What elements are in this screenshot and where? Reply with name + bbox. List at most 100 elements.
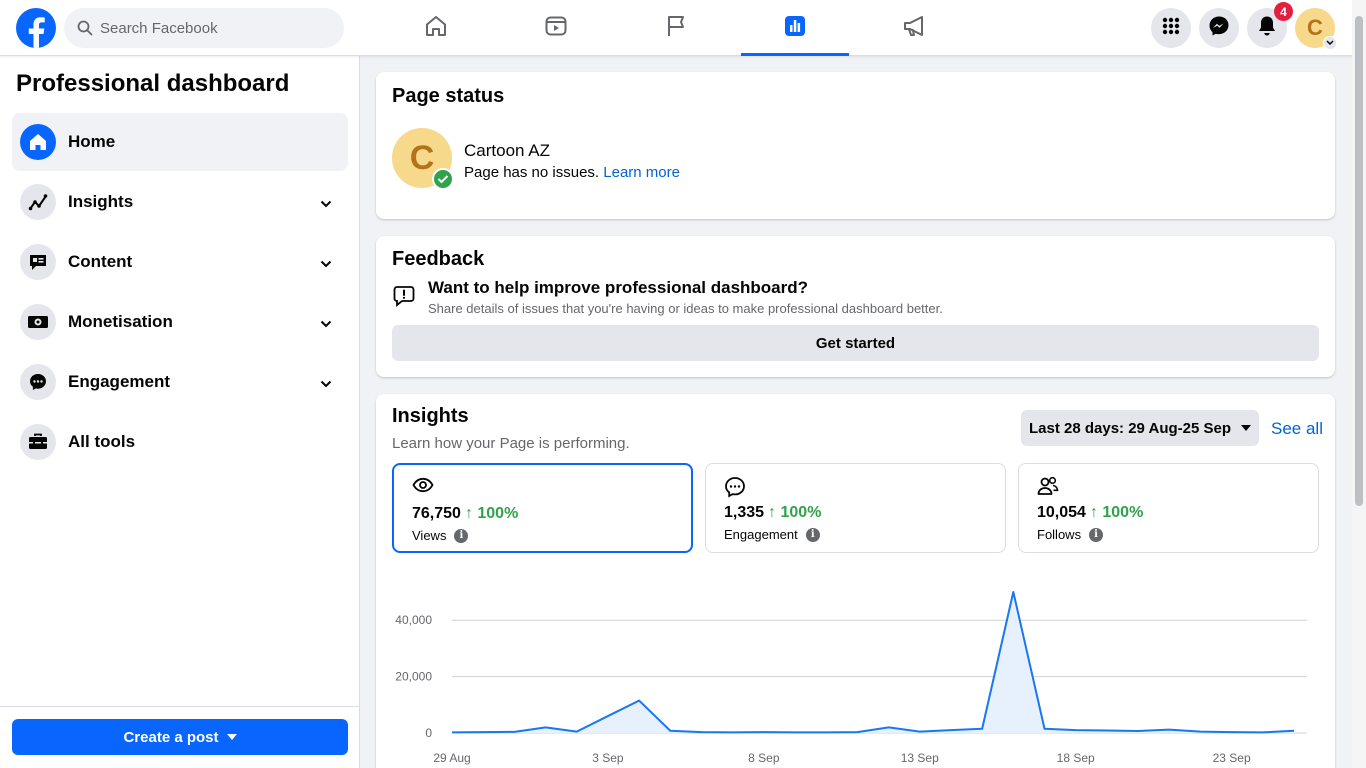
- page-scrollbar[interactable]: [1352, 0, 1366, 768]
- messenger-button[interactable]: [1199, 8, 1239, 48]
- home-icon: [424, 14, 448, 43]
- status-message: Page has no issues.: [464, 164, 600, 181]
- engagement-icon: [20, 364, 56, 400]
- eye-icon: [412, 477, 434, 498]
- sidebar-item-monetisation[interactable]: Monetisation: [12, 293, 348, 351]
- x-tick-label: 23 Sep: [1213, 751, 1251, 765]
- metric-label-row: Follows i: [1037, 527, 1104, 542]
- feedback-description: Share details of issues that you're havi…: [428, 301, 943, 316]
- home-icon: [20, 124, 56, 160]
- x-tick-label: 13 Sep: [901, 751, 939, 765]
- sidebar-item-label: Home: [68, 132, 116, 151]
- video-icon: [544, 14, 568, 43]
- sidebar-item-engagement[interactable]: Engagement: [12, 353, 348, 411]
- metric-label: Follows: [1037, 527, 1082, 542]
- notifications-button[interactable]: 4: [1247, 2, 1293, 48]
- views-chart: 0 20,000 40,000 29 Aug 3 Sep 8 Sep 13 Sep 18 Se…: [395, 591, 1307, 765]
- money-icon: [20, 304, 56, 340]
- page-name[interactable]: Cartoon AZ: [464, 141, 550, 161]
- insights-icon: [20, 184, 56, 220]
- metric-label-row: Views i: [412, 528, 469, 543]
- metric-value-row: 10,054 ↑ 100%: [1037, 504, 1143, 522]
- chevron-down-icon[interactable]: [320, 375, 332, 393]
- flag-icon: [664, 14, 688, 43]
- dashboard-icon: [783, 14, 807, 43]
- insights-subtitle: Learn how your Page is performing.: [392, 435, 630, 452]
- chevron-down-icon[interactable]: [320, 255, 332, 273]
- search-icon: [76, 19, 94, 37]
- caret-down-icon: [226, 734, 237, 740]
- x-tick-label: 18 Sep: [1057, 751, 1095, 765]
- content-icon: [20, 244, 56, 280]
- sidebar-item-insights[interactable]: Insights: [12, 173, 348, 231]
- feedback-title: Feedback: [392, 248, 485, 270]
- sidebar: Professional dashboard Home Insights Con…: [0, 56, 360, 768]
- chevron-down-icon: [1323, 36, 1337, 50]
- menu-button[interactable]: [1151, 8, 1191, 48]
- notification-badge: 4: [1274, 2, 1293, 21]
- grid-menu-icon: [1161, 16, 1181, 41]
- nav-tab-dashboard[interactable]: [741, 0, 849, 56]
- metric-value-row: 76,750 ↑ 100%: [412, 505, 518, 523]
- search-bar[interactable]: [64, 8, 344, 48]
- nav-tab-home[interactable]: [382, 0, 490, 56]
- sidebar-title: Professional dashboard: [16, 70, 290, 97]
- nav-tab-pages[interactable]: [622, 0, 730, 56]
- create-post-label: Create a post: [123, 728, 219, 746]
- y-tick-label: 0: [425, 726, 432, 740]
- page-status-title: Page status: [392, 85, 505, 107]
- x-tick-label: 3 Sep: [592, 751, 624, 765]
- top-navigation-bar: 4 C: [0, 0, 1366, 56]
- sidebar-item-home[interactable]: Home: [12, 113, 348, 171]
- sidebar-footer: Create a post: [0, 706, 359, 768]
- metric-label: Engagement: [724, 527, 798, 542]
- metric-label-row: Engagement i: [724, 527, 820, 542]
- feedback-card: Feedback Want to help improve profession…: [376, 236, 1335, 377]
- facebook-logo-icon[interactable]: [16, 8, 56, 48]
- y-tick-label: 20,000: [395, 670, 432, 684]
- metric-change: ↑ 100%: [464, 505, 519, 522]
- sidebar-item-label: Monetisation: [68, 312, 173, 331]
- page-avatar-initial: C: [409, 138, 435, 177]
- nav-tab-video[interactable]: [502, 0, 610, 56]
- create-post-button[interactable]: Create a post: [12, 719, 348, 755]
- date-range-dropdown[interactable]: Last 28 days: 29 Aug-25 Sep: [1021, 410, 1259, 446]
- get-started-button[interactable]: Get started: [392, 325, 1319, 361]
- metric-value: 10,054: [1037, 504, 1086, 521]
- metric-value: 1,335: [724, 504, 765, 521]
- chevron-down-icon[interactable]: [320, 315, 332, 333]
- profile-avatar[interactable]: C: [1295, 8, 1337, 50]
- page-status-text: Page has no issues. Learn more: [464, 164, 680, 181]
- metric-change: ↑ 100%: [1089, 504, 1144, 521]
- x-tick-label: 8 Sep: [748, 751, 780, 765]
- feedback-icon: [392, 284, 416, 313]
- sidebar-item-label: Insights: [68, 192, 134, 211]
- nav-tab-ads[interactable]: [861, 0, 969, 56]
- messenger-icon: [1208, 15, 1230, 42]
- checkmark-icon: [432, 168, 454, 190]
- scrollbar-thumb[interactable]: [1355, 16, 1363, 506]
- search-input[interactable]: [100, 19, 320, 37]
- megaphone-icon: [902, 14, 928, 43]
- info-icon[interactable]: i: [454, 528, 469, 543]
- info-icon[interactable]: i: [1089, 527, 1104, 542]
- info-icon[interactable]: i: [805, 527, 820, 542]
- metric-label: Views: [412, 528, 447, 543]
- sidebar-item-content[interactable]: Content: [12, 233, 348, 291]
- sidebar-item-all-tools[interactable]: All tools: [12, 413, 348, 471]
- insights-card: Insights Learn how your Page is performi…: [376, 394, 1335, 768]
- sidebar-item-label: Engagement: [68, 372, 171, 391]
- metric-card-views[interactable]: 76,750 ↑ 100% Views i: [392, 463, 693, 553]
- learn-more-link[interactable]: Learn more: [603, 164, 680, 181]
- metric-card-engagement[interactable]: 1,335 ↑ 100% Engagement i: [705, 463, 1006, 553]
- series-area: [452, 592, 1294, 733]
- people-icon: [1037, 476, 1059, 501]
- feedback-question: Want to help improve professional dashbo…: [428, 278, 809, 297]
- metric-card-follows[interactable]: 10,054 ↑ 100% Follows i: [1018, 463, 1319, 553]
- chat-icon: [724, 476, 746, 503]
- bell-icon: [1257, 15, 1277, 42]
- chevron-down-icon[interactable]: [320, 195, 332, 213]
- see-all-link[interactable]: See all: [1271, 419, 1323, 439]
- date-range-label: Last 28 days: 29 Aug-25 Sep: [1028, 419, 1232, 437]
- toolbox-icon: [20, 424, 56, 460]
